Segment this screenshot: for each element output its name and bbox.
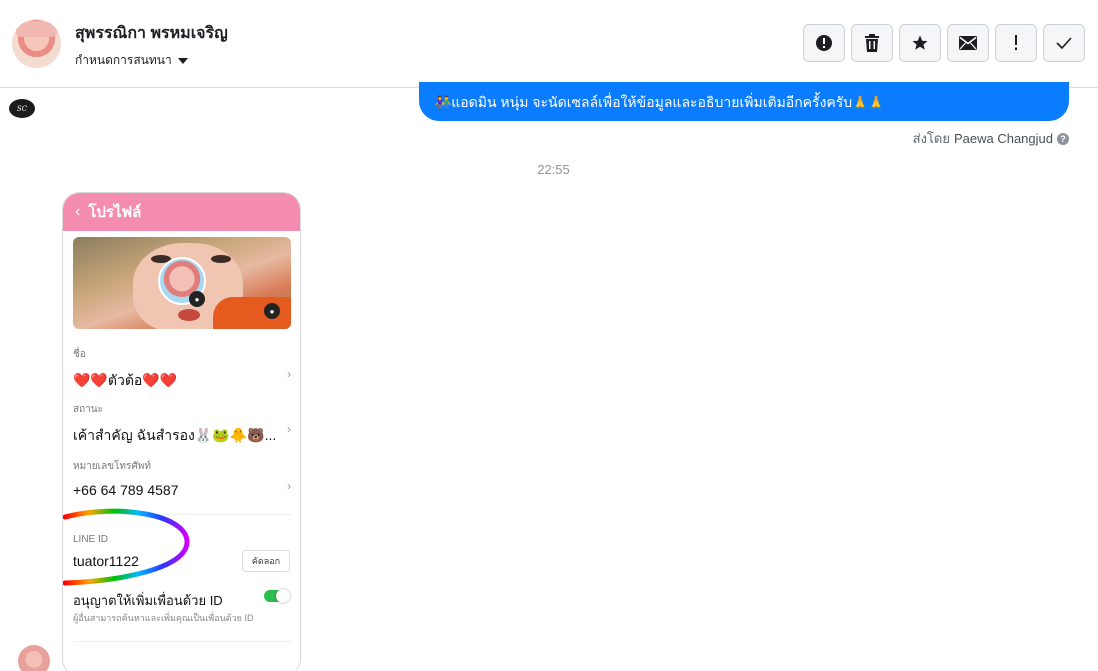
allow-add-by-id-description: ผู้อื่นสามารถค้นหาและเพิ่มคุณเป็นเพื่อนด… [73,613,254,623]
message-suffix-emoji: 🙏🙏 [852,95,885,110]
image-attachment[interactable]: ‹ โปรไฟล์ ● ● ชื่อ ❤️❤️ตัวต้อ❤️❤️ › สถาน… [62,192,301,671]
status-value: เค้าสำคัญ ฉันสำรอง🐰🐸🐥🐻... [73,427,277,443]
copy-button: คัดลอก [242,550,290,572]
star-button[interactable] [899,24,941,62]
chevron-right-icon: › [287,479,291,493]
outgoing-message-text: แอดมิน หนุ่ม จะนัดเซลล์เพื่อให้ข้อมูลและ… [451,94,853,110]
name-label: ชื่อ [73,349,86,360]
profile-status-field: สถานะ เค้าสำคัญ ฉันสำรอง🐰🐸🐥🐻... › [73,402,291,447]
allow-add-by-id-toggle [264,589,290,603]
line-profile-header: ‹ โปรไฟล์ [63,193,300,231]
phone-label: หมายเลขโทรศัพท์ [73,461,151,472]
star-icon [912,35,928,50]
conversation-header: สุพรรณิกา พรหมเจริญ กำหนดการสนทนา [0,0,1098,88]
assign-conversation-dropdown[interactable]: กำหนดการสนทนา [75,51,188,70]
camera-icon: ● [264,303,280,319]
caret-down-icon [177,57,188,64]
alert-circle-icon [816,35,832,51]
sent-by-info: ส่งโดย Paewa Changjud ? [913,128,1069,149]
envelope-icon [959,36,977,50]
allow-add-by-id-label: อนุญาตให้เพิ่มเพื่อนด้วย ID [73,593,223,608]
camera-icon: ● [189,291,205,307]
chevron-right-icon: › [287,367,291,381]
name-value: ❤️❤️ตัวต้อ❤️❤️ [73,372,178,388]
contact-name[interactable]: สุพรรณิกา พรหมเจริญ [75,21,228,46]
outgoing-message-bubble[interactable]: 👫แอดมิน หนุ่ม จะนัดเซลล์เพื่อให้ข้อมูลแล… [419,82,1069,121]
mark-done-button[interactable] [1043,24,1085,62]
exclamation-icon [1015,35,1017,50]
check-icon [1056,37,1072,49]
message-timestamp: 22:55 [537,162,570,177]
follow-up-button[interactable] [995,24,1037,62]
help-icon[interactable]: ? [1057,132,1069,145]
trash-icon [865,34,879,52]
status-label: สถานะ [73,404,103,415]
profile-phone-field: หมายเลขโทรศัพท์ +66 64 789 4587 › [73,459,291,498]
message-prefix-emoji: 👫 [435,95,452,110]
divider [73,641,291,642]
sent-by-agent[interactable]: Paewa Changjud [954,131,1053,146]
mark-unread-button[interactable] [947,24,989,62]
assign-conversation-label: กำหนดการสนทนา [75,53,172,67]
spam-button[interactable] [803,24,845,62]
delete-button[interactable] [851,24,893,62]
line-profile-title: โปรไฟล์ [88,204,142,221]
conversation-actions [803,24,1085,62]
page-logo: SC [9,99,35,118]
sent-by-label: ส่งโดย [912,131,950,146]
phone-value: +66 64 789 4587 [73,482,179,498]
chevron-right-icon: › [287,422,291,436]
rainbow-highlight-mark [63,508,190,586]
contact-avatar[interactable] [12,19,61,68]
contact-avatar-small[interactable] [18,645,50,671]
profile-name-field: ชื่อ ❤️❤️ตัวต้อ❤️❤️ › [73,347,291,392]
back-chevron-icon: ‹ [75,203,81,220]
